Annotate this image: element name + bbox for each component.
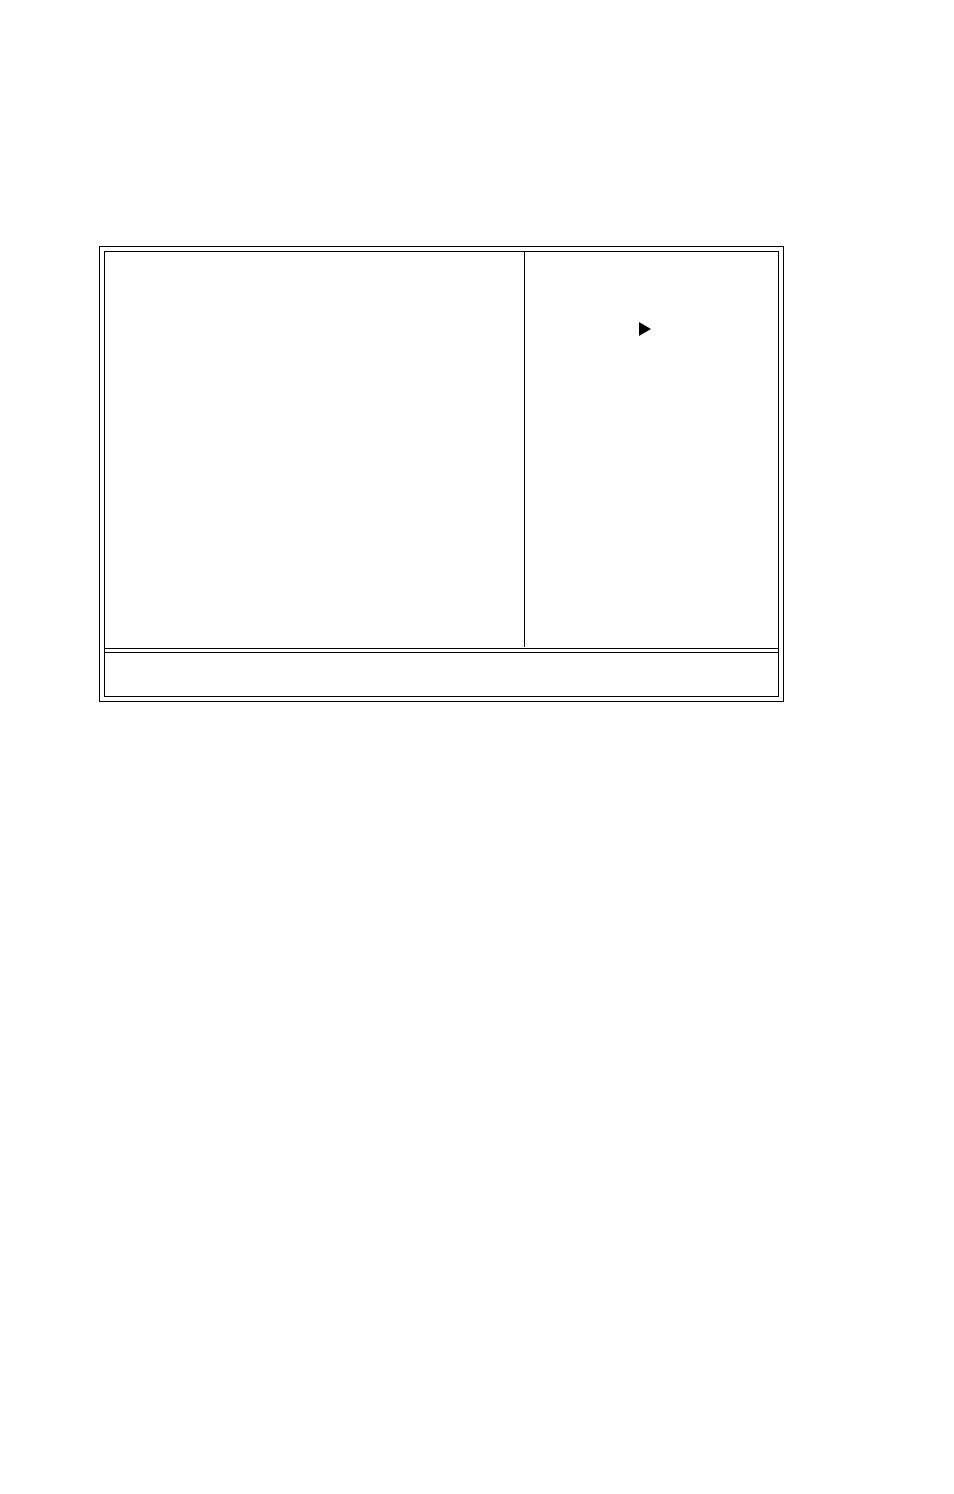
bottom-area — [105, 648, 778, 696]
inner-frame — [104, 251, 779, 697]
left-panel — [105, 252, 525, 647]
outer-frame — [99, 246, 784, 702]
play-triangle-icon — [637, 321, 653, 342]
divider-line-bottom — [105, 652, 778, 653]
main-area — [105, 252, 778, 647]
divider-line-top — [105, 648, 778, 649]
right-panel — [525, 252, 778, 647]
